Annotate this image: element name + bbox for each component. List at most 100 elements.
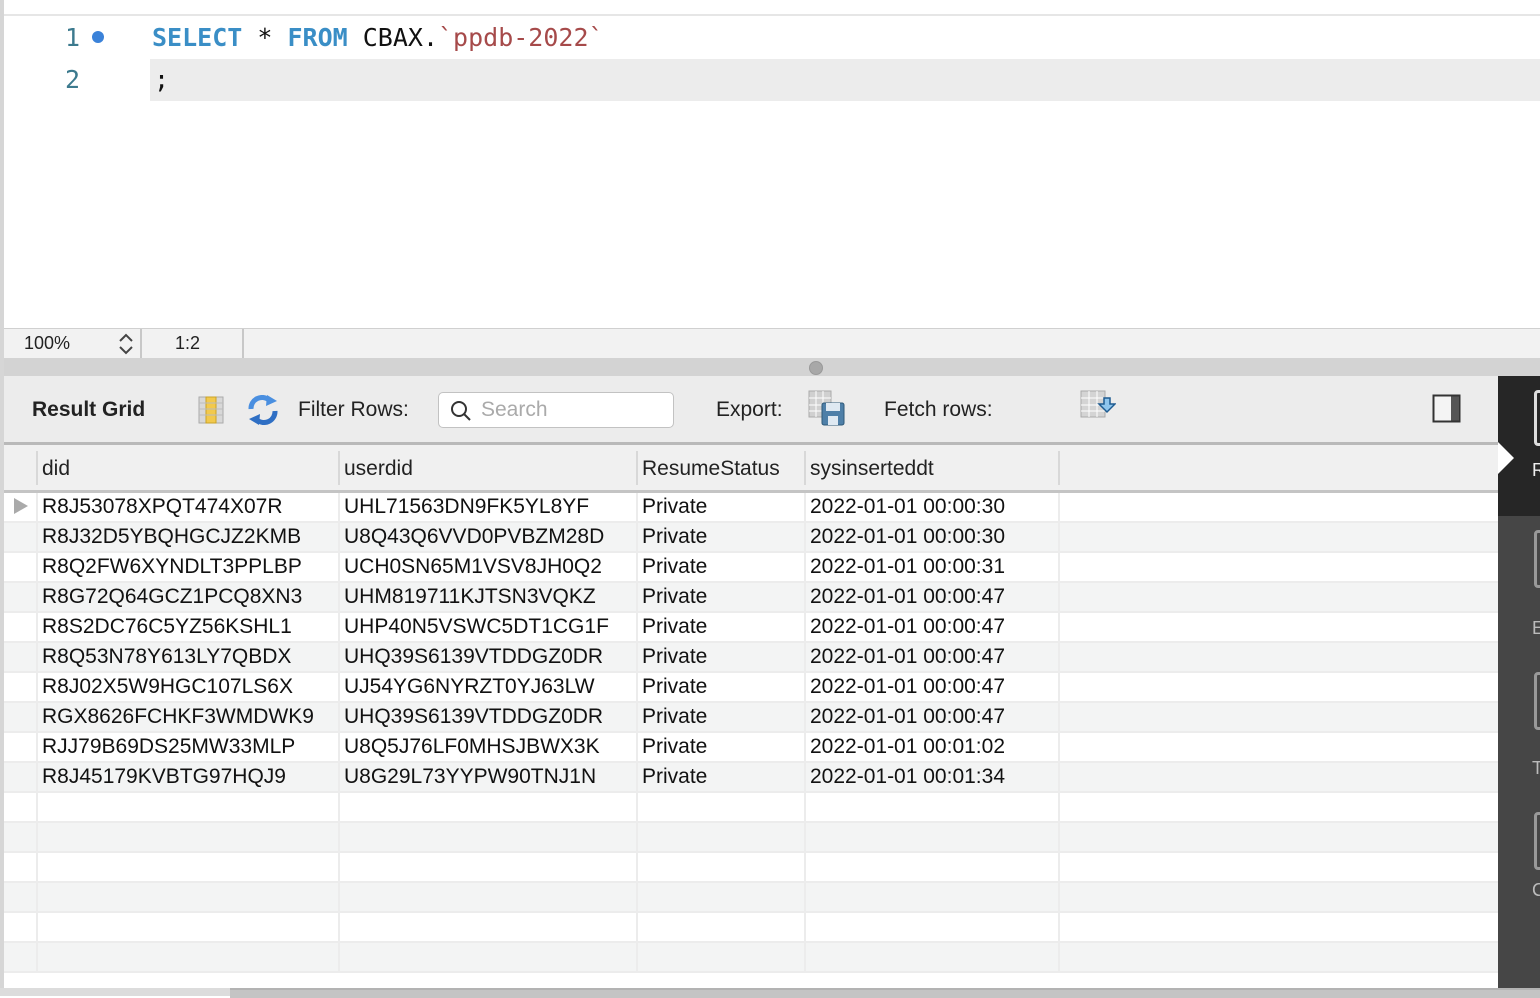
cell-userdid[interactable]: UCH0SN65M1VSV8JH0Q2 (344, 555, 602, 579)
empty-table-row[interactable] (4, 883, 1498, 913)
cell-did[interactable]: R8S2DC76C5YZ56KSHL1 (42, 615, 292, 639)
cell-resumestatus[interactable]: Private (642, 525, 707, 549)
table-row[interactable]: R8Q53N78Y613LY7QBDX UHQ39S6139VTDDGZ0DR Pr… (4, 643, 1498, 673)
empty-table-row[interactable] (4, 913, 1498, 943)
line-number: 1 (64, 23, 80, 52)
table-row[interactable]: R8J32D5YBQHGCJZ2KMB U8Q43Q6VVD0PVBZM28D Pr… (4, 523, 1498, 553)
cell-did[interactable]: R8Q2FW6XYNDLT3PPLBP (42, 555, 302, 579)
cell-userdid[interactable]: UHP40N5VSWC5DT1CG1F (344, 615, 609, 639)
cell-userdid[interactable]: U8Q5J76LF0MHSJBWX3K (344, 735, 600, 759)
filter-rows-search[interactable] (438, 392, 674, 428)
side-label-result: R (1532, 460, 1540, 480)
cell-userdid[interactable]: UJ54YG6NYRZT0YJ63LW (344, 675, 595, 699)
column-separator (636, 673, 638, 703)
cell-sysinserteddt[interactable]: 2022-01-01 00:00:47 (810, 675, 1005, 699)
cell-sysinserteddt[interactable]: 2022-01-01 00:00:31 (810, 555, 1005, 579)
column-header-did[interactable]: did (42, 457, 70, 481)
cell-did[interactable]: R8J45179KVBTG97HQJ9 (42, 765, 286, 789)
scrollbar-thumb[interactable] (230, 988, 1540, 998)
horizontal-scrollbar[interactable] (0, 988, 1540, 998)
empty-table-row[interactable] (4, 943, 1498, 973)
cell-userdid[interactable]: UHQ39S6139VTDDGZ0DR (344, 645, 603, 669)
sql-editor[interactable]: 1 SELECT * FROM CBAX.`ppdb-2022` 2 ; (4, 0, 1540, 328)
cell-did[interactable]: R8Q53N78Y613LY7QBDX (42, 645, 291, 669)
search-input[interactable] (479, 397, 668, 423)
cell-sysinserteddt[interactable]: 2022-01-01 00:00:30 (810, 495, 1005, 519)
column-header-sysinserteddt[interactable]: sysinserteddt (810, 457, 934, 481)
cell-resumestatus[interactable]: Private (642, 585, 707, 609)
side-panel-active-section[interactable]: R (1498, 376, 1540, 516)
table-row[interactable]: R8S2DC76C5YZ56KSHL1 UHP40N5VSWC5DT1CG1F Pr… (4, 613, 1498, 643)
cell-resumestatus[interactable]: Private (642, 705, 707, 729)
result-grid[interactable]: did userdid ResumeStatus sysinserteddt R… (4, 445, 1498, 990)
column-header-resumestatus[interactable]: ResumeStatus (642, 457, 780, 481)
zoom-stepper-icon[interactable] (117, 331, 135, 358)
column-separator (636, 913, 638, 943)
cell-did[interactable]: RGX8626FCHKF3WMDWK9 (42, 705, 314, 729)
cell-resumestatus[interactable]: Private (642, 495, 707, 519)
table-row[interactable]: R8G72Q64GCZ1PCQ8XN3 UHM819711KJTSN3VQKZ Pr… (4, 583, 1498, 613)
cell-userdid[interactable]: U8Q43Q6VVD0PVBZM28D (344, 525, 604, 549)
result-grid-view-button[interactable] (1534, 390, 1540, 446)
cell-did[interactable]: R8J02X5W9HGC107LS6X (42, 675, 293, 699)
column-separator[interactable] (636, 451, 638, 485)
refresh-icon[interactable] (247, 394, 279, 431)
cell-userdid[interactable]: U8G29L73YYPW90TNJ1N (344, 765, 596, 789)
table-row[interactable]: R8J53078XPQT474X07R UHL71563DN9FK5YL8YF Pr… (4, 493, 1498, 523)
zoom-selector[interactable]: 100% (4, 329, 142, 359)
export-icon[interactable] (808, 390, 846, 434)
table-row[interactable]: RGX8626FCHKF3WMDWK9 UHQ39S6139VTDDGZ0DR Pr… (4, 703, 1498, 733)
panel-splitter[interactable] (4, 358, 1540, 376)
column-separator (1058, 643, 1060, 673)
cell-resumestatus[interactable]: Private (642, 615, 707, 639)
empty-table-row[interactable] (4, 853, 1498, 883)
cell-resumestatus[interactable]: Private (642, 555, 707, 579)
table-row[interactable]: R8J45179KVBTG97HQJ9 U8G29L73YYPW90TNJ1N Pr… (4, 763, 1498, 793)
cell-resumestatus[interactable]: Private (642, 765, 707, 789)
cell-sysinserteddt[interactable]: 2022-01-01 00:00:47 (810, 585, 1005, 609)
column-header-userdid[interactable]: userdid (344, 457, 413, 481)
cell-sysinserteddt[interactable]: 2022-01-01 00:00:47 (810, 705, 1005, 729)
column-separator (338, 913, 340, 943)
editor-line-2[interactable]: 2 ; (4, 59, 1540, 101)
cell-userdid[interactable]: UHM819711KJTSN3VQKZ (344, 585, 596, 609)
cell-sysinserteddt[interactable]: 2022-01-01 00:00:47 (810, 615, 1005, 639)
cell-did[interactable]: R8J32D5YBQHGCJZ2KMB (42, 525, 301, 549)
statement-dot-icon[interactable] (92, 31, 104, 43)
fetch-rows-icon[interactable] (1080, 390, 1117, 426)
cell-sysinserteddt[interactable]: 2022-01-01 00:00:30 (810, 525, 1005, 549)
empty-table-row[interactable] (4, 793, 1498, 823)
table-row[interactable]: R8Q2FW6XYNDLT3PPLBP UCH0SN65M1VSV8JH0Q2 Pr… (4, 553, 1498, 583)
table-row[interactable]: RJJ79B69DS25MW33MLP U8Q5J76LF0MHSJBWX3K Pr… (4, 733, 1498, 763)
cell-userdid[interactable]: UHL71563DN9FK5YL8YF (344, 495, 589, 519)
column-separator[interactable] (804, 451, 806, 485)
cell-sysinserteddt[interactable]: 2022-01-01 00:01:02 (810, 735, 1005, 759)
query-stats-view-button[interactable] (1534, 812, 1540, 870)
cell-did[interactable]: R8J53078XPQT474X07R (42, 495, 283, 519)
splitter-handle[interactable] (809, 361, 823, 375)
column-separator[interactable] (1058, 451, 1060, 485)
toggle-side-panel-icon[interactable] (1432, 394, 1462, 430)
cell-did[interactable]: RJJ79B69DS25MW33MLP (42, 735, 295, 759)
table-row[interactable]: R8J02X5W9HGC107LS6X UJ54YG6NYRZT0YJ63LW Pr… (4, 673, 1498, 703)
cell-resumestatus[interactable]: Private (642, 645, 707, 669)
column-separator (636, 853, 638, 883)
column-separator (804, 643, 806, 673)
column-layout-icon[interactable] (198, 396, 224, 430)
cell-sysinserteddt[interactable]: 2022-01-01 00:01:34 (810, 765, 1005, 789)
current-line-highlight (150, 59, 1540, 101)
column-separator (338, 613, 340, 643)
cell-resumestatus[interactable]: Private (642, 675, 707, 699)
export-label: Export: (716, 398, 783, 421)
field-types-view-button[interactable] (1534, 672, 1540, 730)
column-separator (1058, 943, 1060, 973)
cell-did[interactable]: R8G72Q64GCZ1PCQ8XN3 (42, 585, 302, 609)
cell-userdid[interactable]: UHQ39S6139VTDDGZ0DR (344, 705, 603, 729)
cell-resumestatus[interactable]: Private (642, 735, 707, 759)
column-separator (804, 853, 806, 883)
empty-table-row[interactable] (4, 823, 1498, 853)
form-editor-view-button[interactable] (1534, 530, 1540, 588)
editor-line-1[interactable]: 1 SELECT * FROM CBAX.`ppdb-2022` (4, 17, 1540, 59)
column-separator[interactable] (338, 451, 340, 485)
cell-sysinserteddt[interactable]: 2022-01-01 00:00:47 (810, 645, 1005, 669)
